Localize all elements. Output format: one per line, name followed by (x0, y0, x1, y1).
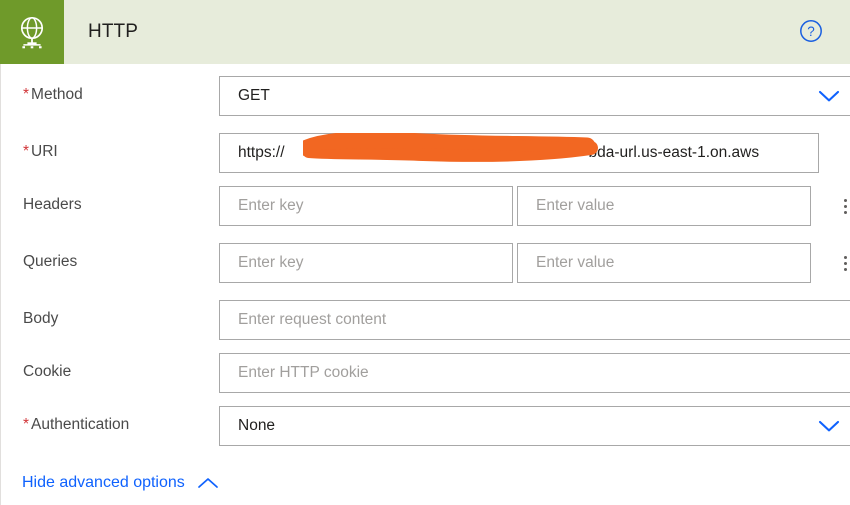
uri-value-prefix: https:// (238, 144, 285, 161)
label-method: * Method (1, 76, 219, 105)
queries-kebab-menu-icon[interactable] (837, 243, 850, 283)
chevron-down-icon[interactable] (818, 419, 840, 433)
label-uri-text: URI (31, 143, 58, 160)
globe-network-icon (0, 0, 64, 64)
chevron-down-icon[interactable] (818, 89, 840, 103)
label-cookie: Cookie (23, 363, 72, 380)
hide-advanced-options-link[interactable]: Hide advanced options (22, 474, 220, 492)
form-row-method: * Method GET (1, 76, 850, 116)
required-marker-method: * (23, 86, 30, 103)
label-authentication-text: Authentication (31, 416, 130, 433)
authentication-dropdown[interactable]: None (219, 406, 850, 446)
required-marker-uri: * (23, 143, 30, 160)
http-action-card: HTTP ? * Method GET * URI https:// bda-u… (0, 0, 850, 505)
form-row-cookie: Cookie Enter HTTP cookie (1, 353, 850, 393)
headers-value-placeholder: Enter value (536, 197, 615, 214)
uri-value-suffix: bda-url.us-east-1.on.aws (588, 144, 760, 161)
headers-key-input[interactable]: Enter key (219, 186, 513, 226)
label-queries: Queries (23, 253, 78, 270)
queries-value-placeholder: Enter value (536, 254, 615, 271)
cookie-placeholder: Enter HTTP cookie (238, 364, 369, 381)
form-row-headers: Headers Enter key Enter value (1, 186, 850, 226)
headers-kebab-menu-icon[interactable] (837, 186, 850, 226)
authentication-value: None (238, 417, 276, 434)
form-row-uri: * URI https:// bda-url.us-east-1.on.aws (1, 133, 850, 173)
body-placeholder: Enter request content (238, 311, 387, 328)
label-headers: Headers (23, 196, 82, 213)
form-body: * Method GET * URI https:// bda-url.us-eas… (0, 64, 850, 505)
queries-key-value-group: Enter key Enter value (219, 243, 850, 283)
form-row-authentication: * Authentication None (1, 406, 850, 446)
headers-key-placeholder: Enter key (238, 197, 304, 214)
hide-advanced-options-label: Hide advanced options (22, 474, 185, 491)
form-row-queries: Queries Enter key Enter value (1, 243, 850, 283)
method-dropdown[interactable]: GET (219, 76, 850, 116)
card-header: HTTP ? (0, 0, 850, 64)
label-uri: * URI (1, 133, 219, 162)
chevron-up-icon[interactable] (196, 476, 220, 490)
label-authentication: * Authentication (1, 406, 219, 435)
body-input[interactable]: Enter request content (219, 300, 850, 340)
headers-key-value-group: Enter key Enter value (219, 186, 850, 226)
uri-input[interactable]: https:// bda-url.us-east-1.on.aws (219, 133, 819, 173)
form-row-body: Body Enter request content (1, 300, 850, 340)
label-body: Body (23, 310, 59, 327)
cookie-input[interactable]: Enter HTTP cookie (219, 353, 850, 393)
headers-value-input[interactable]: Enter value (517, 186, 811, 226)
page-title: HTTP (88, 21, 139, 42)
queries-value-input[interactable]: Enter value (517, 243, 811, 283)
required-marker-authentication: * (23, 416, 30, 433)
queries-key-placeholder: Enter key (238, 254, 304, 271)
queries-key-input[interactable]: Enter key (219, 243, 513, 283)
svg-text:?: ? (807, 24, 815, 39)
method-value: GET (238, 87, 270, 104)
help-question-icon[interactable]: ? (798, 18, 824, 44)
label-method-text: Method (31, 86, 83, 103)
